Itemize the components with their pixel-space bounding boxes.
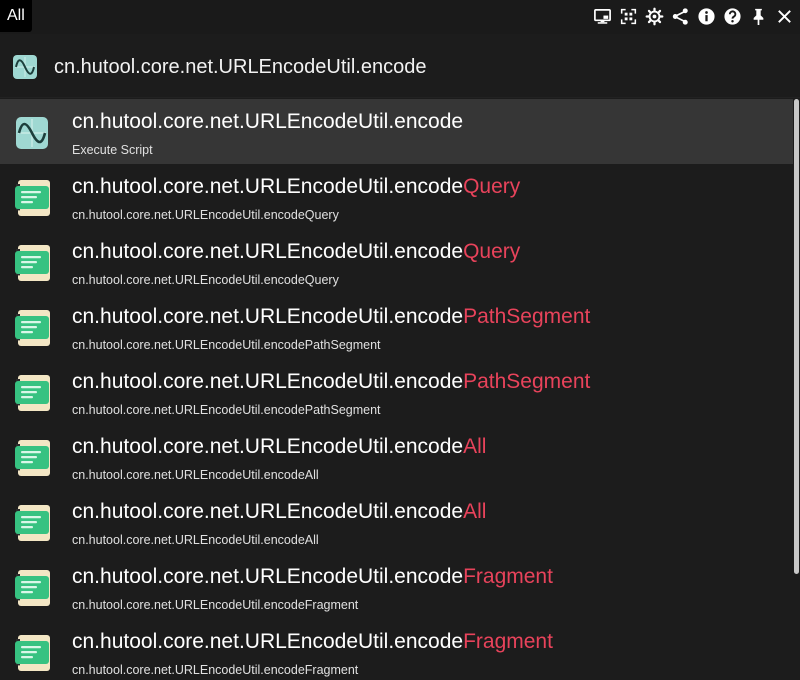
result-subtitle: cn.hutool.core.net.URLEncodeUtil.encodeF… <box>72 663 359 677</box>
result-title: cn.hutool.core.net.URLEncodeUtil.encodeQ… <box>72 175 520 199</box>
result-subtitle: cn.hutool.core.net.URLEncodeUtil.encodeP… <box>72 338 381 352</box>
result-title: cn.hutool.core.net.URLEncodeUtil.encode <box>72 110 463 134</box>
result-title-text: cn.hutool.core.net.URLEncodeUtil.encode <box>72 175 464 198</box>
result-title-text: cn.hutool.core.net.URLEncodeUtil.encode <box>72 305 464 328</box>
results-list: cn.hutool.core.net.URLEncodeUtil.encode … <box>0 99 793 680</box>
result-title-highlight: Fragment <box>463 565 553 588</box>
result-subtitle: cn.hutool.core.net.URLEncodeUtil.encodeF… <box>72 598 359 612</box>
snippet-icon <box>12 568 52 608</box>
result-item[interactable]: cn.hutool.core.net.URLEncodeUtil.encodeP… <box>0 294 793 359</box>
snippet-icon <box>12 633 52 673</box>
result-title: cn.hutool.core.net.URLEncodeUtil.encodeP… <box>72 305 590 329</box>
result-item[interactable]: cn.hutool.core.net.URLEncodeUtil.encodeQ… <box>0 229 793 294</box>
result-title-text: cn.hutool.core.net.URLEncodeUtil.encode <box>72 500 464 523</box>
snippet-icon <box>12 438 52 478</box>
result-title: cn.hutool.core.net.URLEncodeUtil.encodeF… <box>72 565 553 589</box>
result-title-text: cn.hutool.core.net.URLEncodeUtil.encode <box>72 435 464 458</box>
script-icon <box>12 113 52 153</box>
result-subtitle: cn.hutool.core.net.URLEncodeUtil.encodeP… <box>72 403 381 417</box>
result-title-text: cn.hutool.core.net.URLEncodeUtil.encode <box>72 110 464 133</box>
result-title-highlight: Query <box>463 240 521 263</box>
result-title: cn.hutool.core.net.URLEncodeUtil.encodeA… <box>72 500 486 524</box>
search-input[interactable] <box>54 48 774 86</box>
top-bar: All <box>0 0 800 34</box>
result-title: cn.hutool.core.net.URLEncodeUtil.encodeQ… <box>72 240 520 264</box>
result-item[interactable]: cn.hutool.core.net.URLEncodeUtil.encode … <box>0 99 793 164</box>
result-title-highlight: Fragment <box>463 630 553 653</box>
toolbar <box>593 5 794 27</box>
snippet-icon <box>12 503 52 543</box>
result-title: cn.hutool.core.net.URLEncodeUtil.encodeF… <box>72 630 553 654</box>
result-subtitle: cn.hutool.core.net.URLEncodeUtil.encodeA… <box>72 533 319 547</box>
share-icon[interactable] <box>671 7 690 26</box>
snippet-icon <box>12 373 52 413</box>
result-subtitle: Execute Script <box>72 143 153 157</box>
result-title: cn.hutool.core.net.URLEncodeUtil.encodeA… <box>72 435 486 459</box>
pin-icon[interactable] <box>749 7 768 26</box>
search-bar <box>0 34 800 98</box>
result-item[interactable]: cn.hutool.core.net.URLEncodeUtil.encodeA… <box>0 489 793 554</box>
result-title-highlight: All <box>463 435 487 458</box>
result-subtitle: cn.hutool.core.net.URLEncodeUtil.encodeQ… <box>72 273 339 287</box>
info-icon[interactable] <box>697 7 716 26</box>
result-title-highlight: Query <box>463 175 521 198</box>
snippet-icon <box>12 243 52 283</box>
result-title-highlight: All <box>463 500 487 523</box>
result-title-text: cn.hutool.core.net.URLEncodeUtil.encode <box>72 370 464 393</box>
result-item[interactable]: cn.hutool.core.net.URLEncodeUtil.encodeP… <box>0 359 793 424</box>
snippet-icon <box>12 308 52 348</box>
result-item[interactable]: cn.hutool.core.net.URLEncodeUtil.encodeQ… <box>0 164 793 229</box>
result-item[interactable]: cn.hutool.core.net.URLEncodeUtil.encodeF… <box>0 619 793 680</box>
result-subtitle: cn.hutool.core.net.URLEncodeUtil.encodeA… <box>72 468 319 482</box>
script-icon <box>12 54 38 80</box>
result-title-highlight: PathSegment <box>463 305 591 328</box>
result-title-text: cn.hutool.core.net.URLEncodeUtil.encode <box>72 630 464 653</box>
close-icon[interactable] <box>775 7 794 26</box>
snippet-icon <box>12 178 52 218</box>
tab-all[interactable]: All <box>0 0 32 32</box>
qr-code-icon[interactable] <box>619 7 638 26</box>
result-title-highlight: PathSegment <box>463 370 591 393</box>
results-scrollbar[interactable] <box>793 99 800 574</box>
help-icon[interactable] <box>723 7 742 26</box>
scrollbar-thumb[interactable] <box>794 99 799 574</box>
result-subtitle: cn.hutool.core.net.URLEncodeUtil.encodeQ… <box>72 208 339 222</box>
gear-icon[interactable] <box>645 7 664 26</box>
result-item[interactable]: cn.hutool.core.net.URLEncodeUtil.encodeF… <box>0 554 793 619</box>
result-title-text: cn.hutool.core.net.URLEncodeUtil.encode <box>72 240 464 263</box>
result-title-text: cn.hutool.core.net.URLEncodeUtil.encode <box>72 565 464 588</box>
result-title: cn.hutool.core.net.URLEncodeUtil.encodeP… <box>72 370 590 394</box>
result-item[interactable]: cn.hutool.core.net.URLEncodeUtil.encodeA… <box>0 424 793 489</box>
monitor-icon[interactable] <box>593 7 612 26</box>
